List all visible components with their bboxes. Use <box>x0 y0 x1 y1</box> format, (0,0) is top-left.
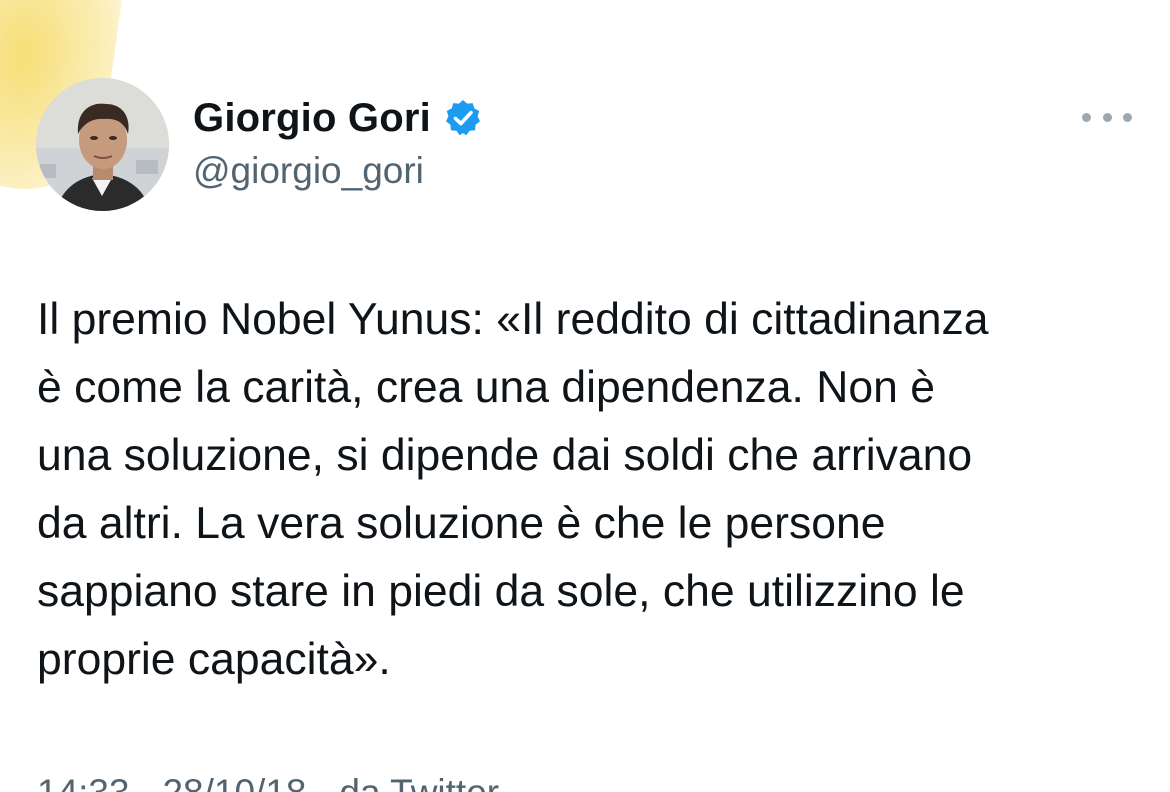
author-block: Giorgio Gori @giorgio_gori <box>193 90 483 192</box>
verified-badge-icon[interactable] <box>443 98 483 138</box>
more-options-button[interactable] <box>1082 104 1132 130</box>
author-handle[interactable]: @giorgio_gori <box>193 150 483 192</box>
author-name-row: Giorgio Gori <box>193 90 483 146</box>
more-options-dot <box>1102 112 1112 122</box>
tweet-timestamp[interactable]: 14:33 · 28/10/18 · da Twitter <box>37 772 499 792</box>
tweet-text: Il premio Nobel Yunus: «Il reddito di ci… <box>37 295 989 684</box>
profile-photo-icon <box>36 78 169 211</box>
author-display-name[interactable]: Giorgio Gori <box>193 96 431 141</box>
avatar[interactable] <box>36 78 169 211</box>
tweet-card: Giorgio Gori @giorgio_gori Il premio Nob… <box>0 0 1170 792</box>
more-options-icon <box>1082 112 1091 122</box>
more-options-dot <box>1123 112 1132 122</box>
